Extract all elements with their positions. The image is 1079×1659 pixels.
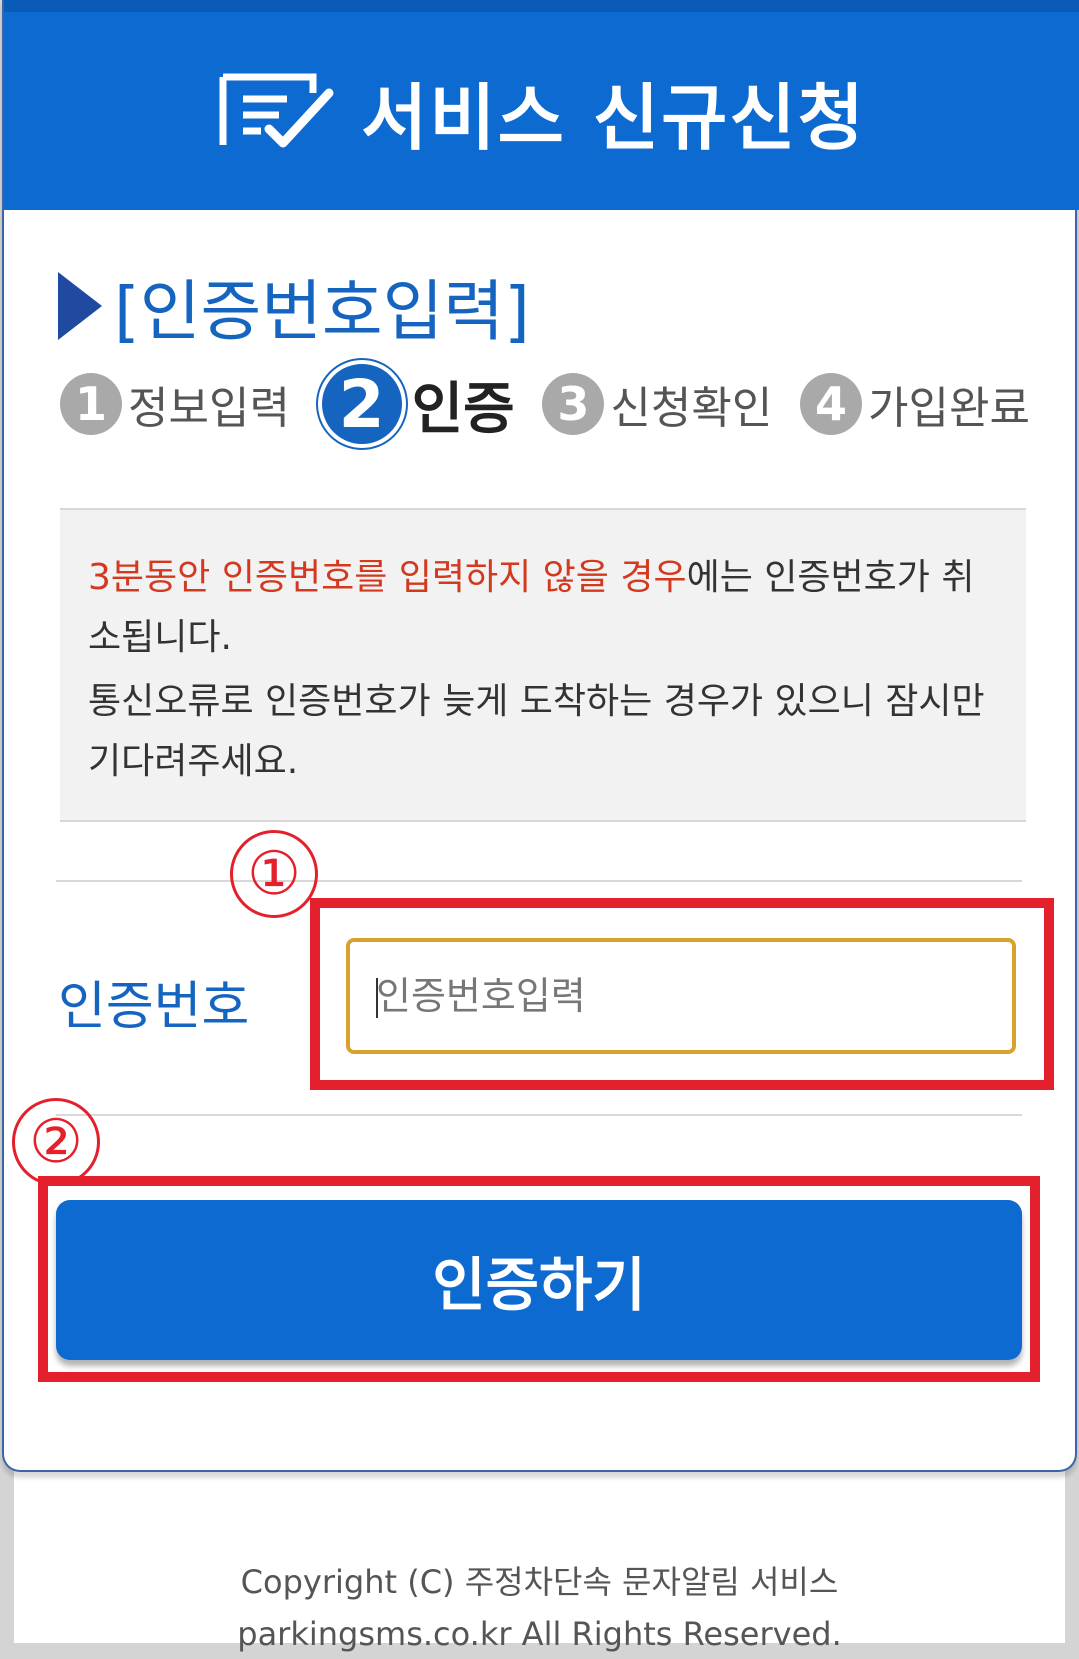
auth-code-label: 인증번호 — [58, 977, 250, 1037]
notice-box: 3분동안 인증번호를 입력하지 않을 경우에는 인증번호가 취소됩니다. 통신오… — [60, 508, 1026, 822]
annotation-mark-1: ① — [230, 830, 318, 918]
step-4: 4 가입완료 — [800, 372, 1030, 436]
highlight-box-button — [38, 1176, 1040, 1382]
step-label: 신청확인 — [610, 383, 773, 434]
divider — [56, 880, 1022, 882]
step-indicator: 1 정보입력 2 인증 3 신청확인 4 가입완료 — [60, 360, 1030, 448]
notice-warning: 3분동안 인증번호를 입력하지 않을 경우 — [88, 557, 687, 598]
step-1: 1 정보입력 — [60, 372, 290, 436]
rights-text: parkingsms.co.kr All Rights Reserved. — [237, 1615, 842, 1653]
section-heading: [인증번호입력] — [58, 258, 530, 354]
step-3: 3 신청확인 — [542, 372, 772, 436]
annotation-mark-2: ② — [12, 1098, 100, 1186]
header-bar: 서비스 신규신청 — [4, 0, 1079, 210]
play-triangle-icon — [58, 272, 102, 340]
step-label: 가입완료 — [868, 383, 1030, 434]
footer: Copyright (C) 주정차단속 문자알림 서비스 parkingsms.… — [0, 1556, 1079, 1659]
step-number: 3 — [542, 373, 605, 435]
divider — [56, 1114, 1022, 1116]
section-title: [인증번호입력] — [114, 273, 530, 350]
step-label: 인증 — [411, 376, 515, 442]
step-number: 2 — [317, 360, 406, 448]
form-check-icon — [219, 73, 334, 148]
step-2: 2 인증 — [317, 360, 515, 448]
copyright-text: Copyright (C) 주정차단속 문자알림 서비스 — [240, 1563, 839, 1601]
notice-text-2: 통신오류로 인증번호가 늦게 도착하는 경우가 있으니 잠시만 기다려주세요. — [88, 681, 985, 782]
step-label: 정보입력 — [128, 383, 290, 434]
step-number: 1 — [60, 373, 122, 435]
page-title: 서비스 신규신청 — [361, 75, 866, 160]
step-number: 4 — [800, 373, 863, 435]
page: 서비스 신규신청 [인증번호입력] 1 정보입력 2 인증 3 신청확인 4 가… — [0, 0, 1079, 1659]
notice-text-1: 3분동안 인증번호를 입력하지 않을 경우에는 인증번호가 취소됩니다. — [88, 548, 998, 668]
highlight-box-input — [310, 898, 1054, 1090]
